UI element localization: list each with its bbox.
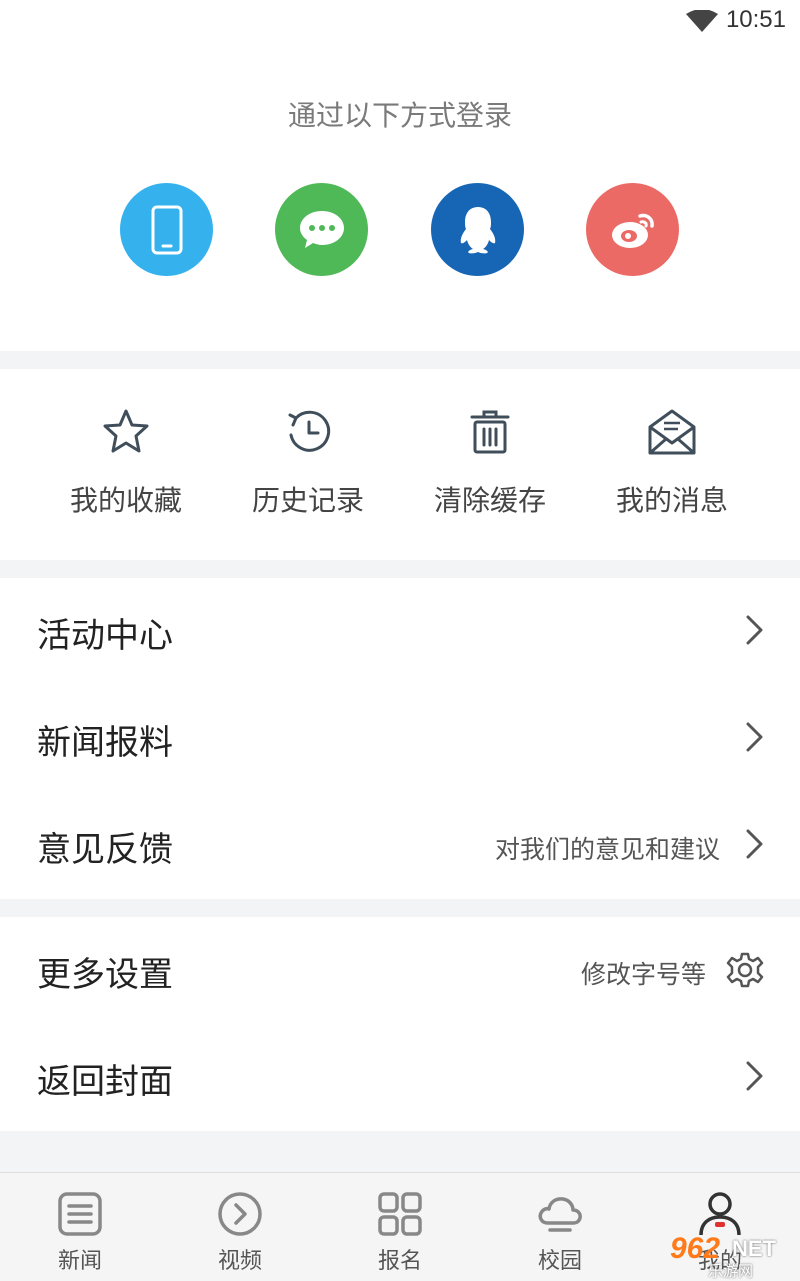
video-icon	[218, 1192, 262, 1236]
chevron-right-icon	[746, 1061, 763, 1091]
favorites-button[interactable]: 我的收藏	[36, 407, 216, 519]
grid-icon	[378, 1192, 422, 1236]
wechat-icon	[299, 210, 344, 248]
trash-icon	[470, 410, 510, 454]
mail-icon	[648, 409, 696, 455]
quick-actions: 我的收藏 历史记录 清除缓存 我的消息	[0, 369, 800, 560]
favorites-label: 我的收藏	[69, 484, 182, 517]
more-settings-label: 更多设置	[37, 955, 173, 995]
history-icon	[288, 410, 331, 452]
qq-login-button[interactable]	[431, 183, 524, 276]
chevron-right-icon	[746, 722, 763, 752]
menu-item-return-cover[interactable]: 返回封面	[0, 1024, 800, 1131]
chevron-right-icon	[746, 615, 763, 645]
tab-signup[interactable]: 报名	[320, 1173, 480, 1281]
tab-news-label: 新闻	[57, 1249, 102, 1274]
feedback-hint: 对我们的意见和建议	[494, 835, 720, 864]
menu-item-feedback[interactable]: 意见反馈 对我们的意见和建议	[0, 792, 800, 899]
menu-item-more-settings[interactable]: 更多设置 修改字号等	[0, 917, 800, 1024]
login-section: 通过以下方式登录	[0, 44, 800, 351]
tab-video[interactable]: 视频	[160, 1173, 320, 1281]
watermark-net: NET	[732, 1236, 776, 1261]
status-bar: 10:51	[0, 0, 800, 44]
history-label: 历史记录	[251, 484, 364, 517]
tab-signup-label: 报名	[377, 1249, 422, 1274]
menu-group-settings: 更多设置 修改字号等 返回封面	[0, 917, 800, 1131]
weibo-login-button[interactable]	[586, 183, 679, 276]
feedback-label: 意见反馈	[37, 830, 173, 870]
user-icon	[699, 1192, 741, 1236]
gear-icon	[726, 952, 764, 988]
tab-video-label: 视频	[217, 1249, 262, 1274]
menu-group-main: 活动中心 新闻报料 意见反馈 对我们的意见和建议	[0, 578, 800, 899]
qq-icon	[460, 206, 495, 253]
tab-news[interactable]: 新闻	[0, 1173, 160, 1281]
settings-hint: 修改字号等	[580, 960, 706, 989]
tab-campus[interactable]: 校园	[480, 1173, 640, 1281]
wechat-login-button[interactable]	[275, 183, 368, 276]
messages-label: 我的消息	[615, 484, 728, 517]
tab-campus-label: 校园	[537, 1249, 582, 1274]
wifi-icon	[686, 10, 718, 32]
clear-cache-button[interactable]: 清除缓存	[400, 407, 580, 519]
watermark-logo: 962 NET 乐游网	[668, 1232, 796, 1280]
watermark-sub: 乐游网	[708, 1262, 754, 1280]
weibo-icon	[611, 213, 654, 248]
activity-center-label: 活动中心	[37, 616, 173, 656]
news-tip-label: 新闻报料	[37, 723, 173, 763]
phone-login-button[interactable]	[120, 183, 213, 276]
menu-item-activity-center[interactable]: 活动中心	[0, 578, 800, 685]
news-icon	[58, 1192, 102, 1236]
history-button[interactable]: 历史记录	[218, 407, 398, 519]
star-icon	[103, 409, 149, 453]
chevron-right-icon	[746, 829, 763, 859]
menu-item-news-tip[interactable]: 新闻报料	[0, 685, 800, 792]
clear-cache-label: 清除缓存	[433, 484, 546, 517]
phone-icon	[151, 205, 182, 254]
status-time: 10:51	[725, 6, 786, 33]
messages-button[interactable]: 我的消息	[582, 407, 762, 519]
cloud-icon	[538, 1197, 582, 1232]
login-title: 通过以下方式登录	[287, 99, 512, 132]
return-cover-label: 返回封面	[37, 1062, 173, 1102]
